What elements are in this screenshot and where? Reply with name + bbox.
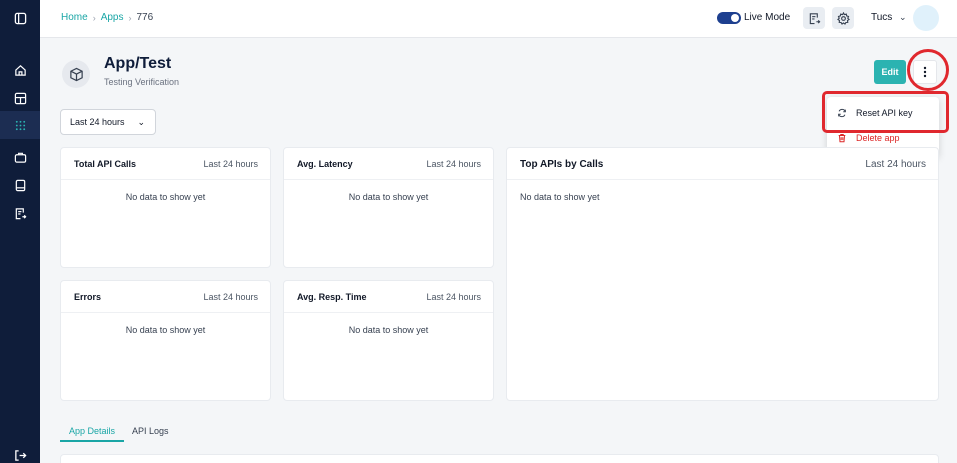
- sidebar-toggle-icon[interactable]: [0, 4, 40, 32]
- card-title: Errors: [74, 292, 102, 302]
- avatar[interactable]: [913, 5, 939, 31]
- trash-icon: [838, 134, 846, 143]
- time-range-value: Last 24 hours: [70, 117, 125, 127]
- card-header: Total API Calls Last 24 hours: [61, 148, 270, 180]
- card-range: Last 24 hours: [426, 159, 481, 169]
- errors-card: Errors Last 24 hours No data to show yet: [60, 280, 271, 401]
- breadcrumb-current: 776: [136, 12, 154, 23]
- live-mode-label: Live Mode: [744, 12, 791, 23]
- empty-state-text: No data to show yet: [125, 325, 206, 335]
- breadcrumb: Home › Apps › 776: [61, 12, 153, 23]
- device-icon[interactable]: [0, 171, 40, 199]
- tab-api-logs[interactable]: API Logs: [132, 426, 169, 436]
- delete-app-label: Delete app: [856, 133, 900, 143]
- card-title: Top APIs by Calls: [520, 159, 604, 170]
- avg-latency-card: Avg. Latency Last 24 hours No data to sh…: [283, 147, 494, 268]
- briefcase-icon[interactable]: [0, 143, 40, 171]
- card-header: Errors Last 24 hours: [61, 281, 270, 313]
- card-range: Last 24 hours: [426, 292, 481, 302]
- top-apis-by-calls-card: Top APIs by Calls Last 24 hours No data …: [506, 147, 939, 401]
- card-range: Last 24 hours: [203, 292, 258, 302]
- highlight-rectangle-annotation: [822, 91, 949, 133]
- time-range-select[interactable]: Last 24 hours ⌄: [60, 109, 156, 135]
- empty-state-text: No data to show yet: [348, 325, 429, 335]
- logout-icon[interactable]: [0, 441, 40, 463]
- card-title: Avg. Latency: [297, 159, 353, 169]
- breadcrumb-apps-link[interactable]: Apps: [101, 12, 124, 23]
- document-icon: [809, 12, 820, 24]
- sidebar: [0, 0, 40, 463]
- home-icon[interactable]: [0, 56, 40, 84]
- page-title: App/Test: [104, 55, 172, 72]
- card-title: Avg. Resp. Time: [297, 292, 367, 302]
- empty-state-text: No data to show yet: [520, 192, 600, 202]
- tab-content-panel: [60, 454, 939, 463]
- settings-button[interactable]: [832, 7, 854, 29]
- card-header: Avg. Latency Last 24 hours: [284, 148, 493, 180]
- app-cube-icon: [62, 60, 90, 88]
- dashboard-icon[interactable]: [0, 84, 40, 112]
- card-header: Avg. Resp. Time Last 24 hours: [284, 281, 493, 313]
- total-api-calls-card: Total API Calls Last 24 hours No data to…: [60, 147, 271, 268]
- card-header: Top APIs by Calls Last 24 hours: [507, 148, 938, 180]
- edit-button[interactable]: Edit: [874, 60, 906, 84]
- tab-app-details[interactable]: App Details: [69, 426, 115, 436]
- page-subtitle: Testing Verification: [104, 77, 180, 87]
- card-range: Last 24 hours: [865, 159, 926, 170]
- breadcrumb-separator: ›: [92, 12, 96, 23]
- chevron-down-icon: ⌄: [137, 117, 145, 127]
- toggle-knob: [731, 14, 739, 22]
- document-export-icon[interactable]: [0, 199, 40, 227]
- docs-button[interactable]: [803, 7, 825, 29]
- live-mode-toggle[interactable]: [717, 12, 741, 24]
- active-tab-indicator: [60, 440, 124, 442]
- card-range: Last 24 hours: [203, 159, 258, 169]
- empty-state-text: No data to show yet: [125, 192, 206, 202]
- card-title: Total API Calls: [74, 159, 137, 169]
- empty-state-text: No data to show yet: [348, 192, 429, 202]
- breadcrumb-separator: ›: [128, 12, 132, 23]
- user-name[interactable]: Tucs: [871, 12, 892, 23]
- avg-resp-time-card: Avg. Resp. Time Last 24 hours No data to…: [283, 280, 494, 401]
- breadcrumb-home-link[interactable]: Home: [61, 12, 88, 23]
- apps-grid-icon[interactable]: [0, 111, 40, 139]
- chevron-down-icon[interactable]: ⌄: [899, 12, 907, 23]
- top-header: Home › Apps › 776 Live Mode Tucs ⌄: [40, 0, 957, 38]
- highlight-circle-annotation: [907, 49, 949, 91]
- gear-icon: [836, 11, 850, 25]
